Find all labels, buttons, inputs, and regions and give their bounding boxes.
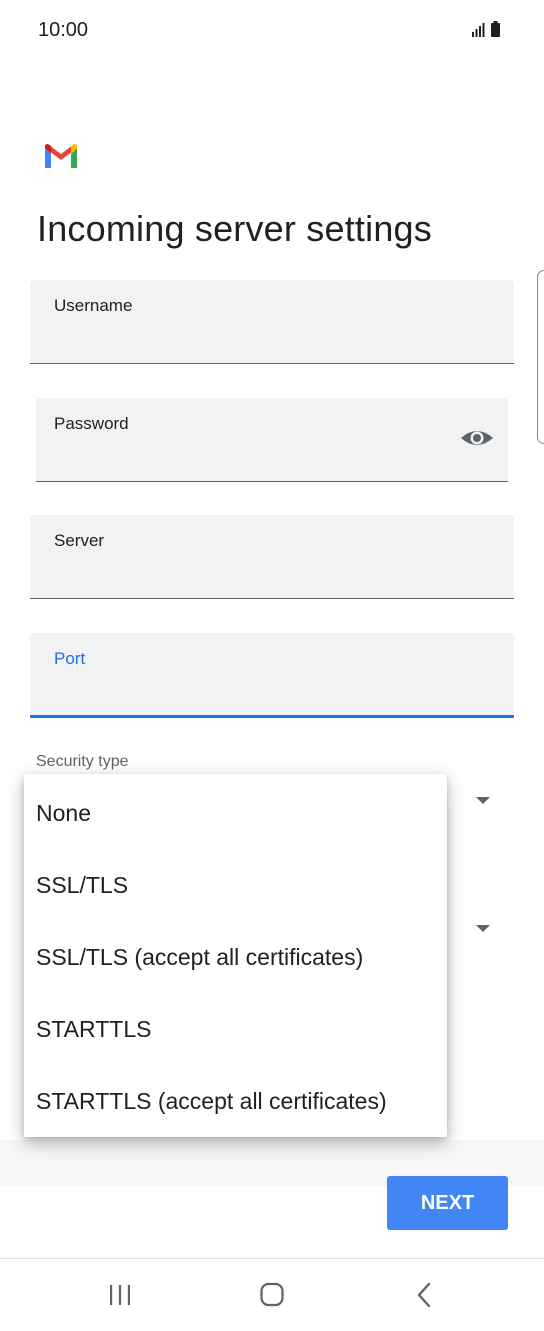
dropdown-arrow-icon[interactable] (476, 925, 490, 932)
security-type-label: Security type (36, 753, 129, 770)
port-field[interactable]: Port (30, 633, 514, 718)
home-icon[interactable] (252, 1280, 292, 1310)
menu-item-starttls-accept-all[interactable]: STARTTLS (accept all certificates) (24, 1064, 447, 1136)
password-field[interactable]: Password (36, 398, 508, 482)
back-icon[interactable] (404, 1280, 444, 1310)
recent-apps-icon[interactable] (100, 1280, 140, 1310)
page-title: Incoming server settings (37, 208, 432, 249)
menu-item-ssl-tls[interactable]: SSL/TLS (24, 848, 447, 920)
password-label: Password (54, 414, 129, 433)
server-field[interactable]: Server (30, 515, 514, 599)
visibility-icon[interactable] (460, 425, 494, 451)
port-label: Port (54, 649, 86, 668)
menu-item-starttls[interactable]: STARTTLS (24, 992, 447, 1064)
server-label: Server (54, 531, 105, 550)
signal-icon (472, 23, 485, 37)
status-time: 10:00 (38, 19, 89, 41)
security-type-menu: None SSL/TLS SSL/TLS (accept all certifi… (24, 774, 447, 1137)
username-label: Username (54, 296, 133, 315)
system-status-icons (472, 21, 500, 37)
menu-item-ssl-tls-accept-all[interactable]: SSL/TLS (accept all certificates) (24, 920, 447, 992)
status-bar: 10:00 (0, 0, 544, 60)
gmail-logo-icon (45, 144, 77, 168)
next-button[interactable]: NEXT (387, 1176, 508, 1230)
username-field[interactable]: Username (30, 280, 514, 364)
dropdown-arrow-icon[interactable] (476, 797, 490, 804)
scroll-indicator (537, 270, 544, 444)
battery-icon (491, 21, 500, 37)
menu-item-none[interactable]: None (24, 776, 447, 848)
